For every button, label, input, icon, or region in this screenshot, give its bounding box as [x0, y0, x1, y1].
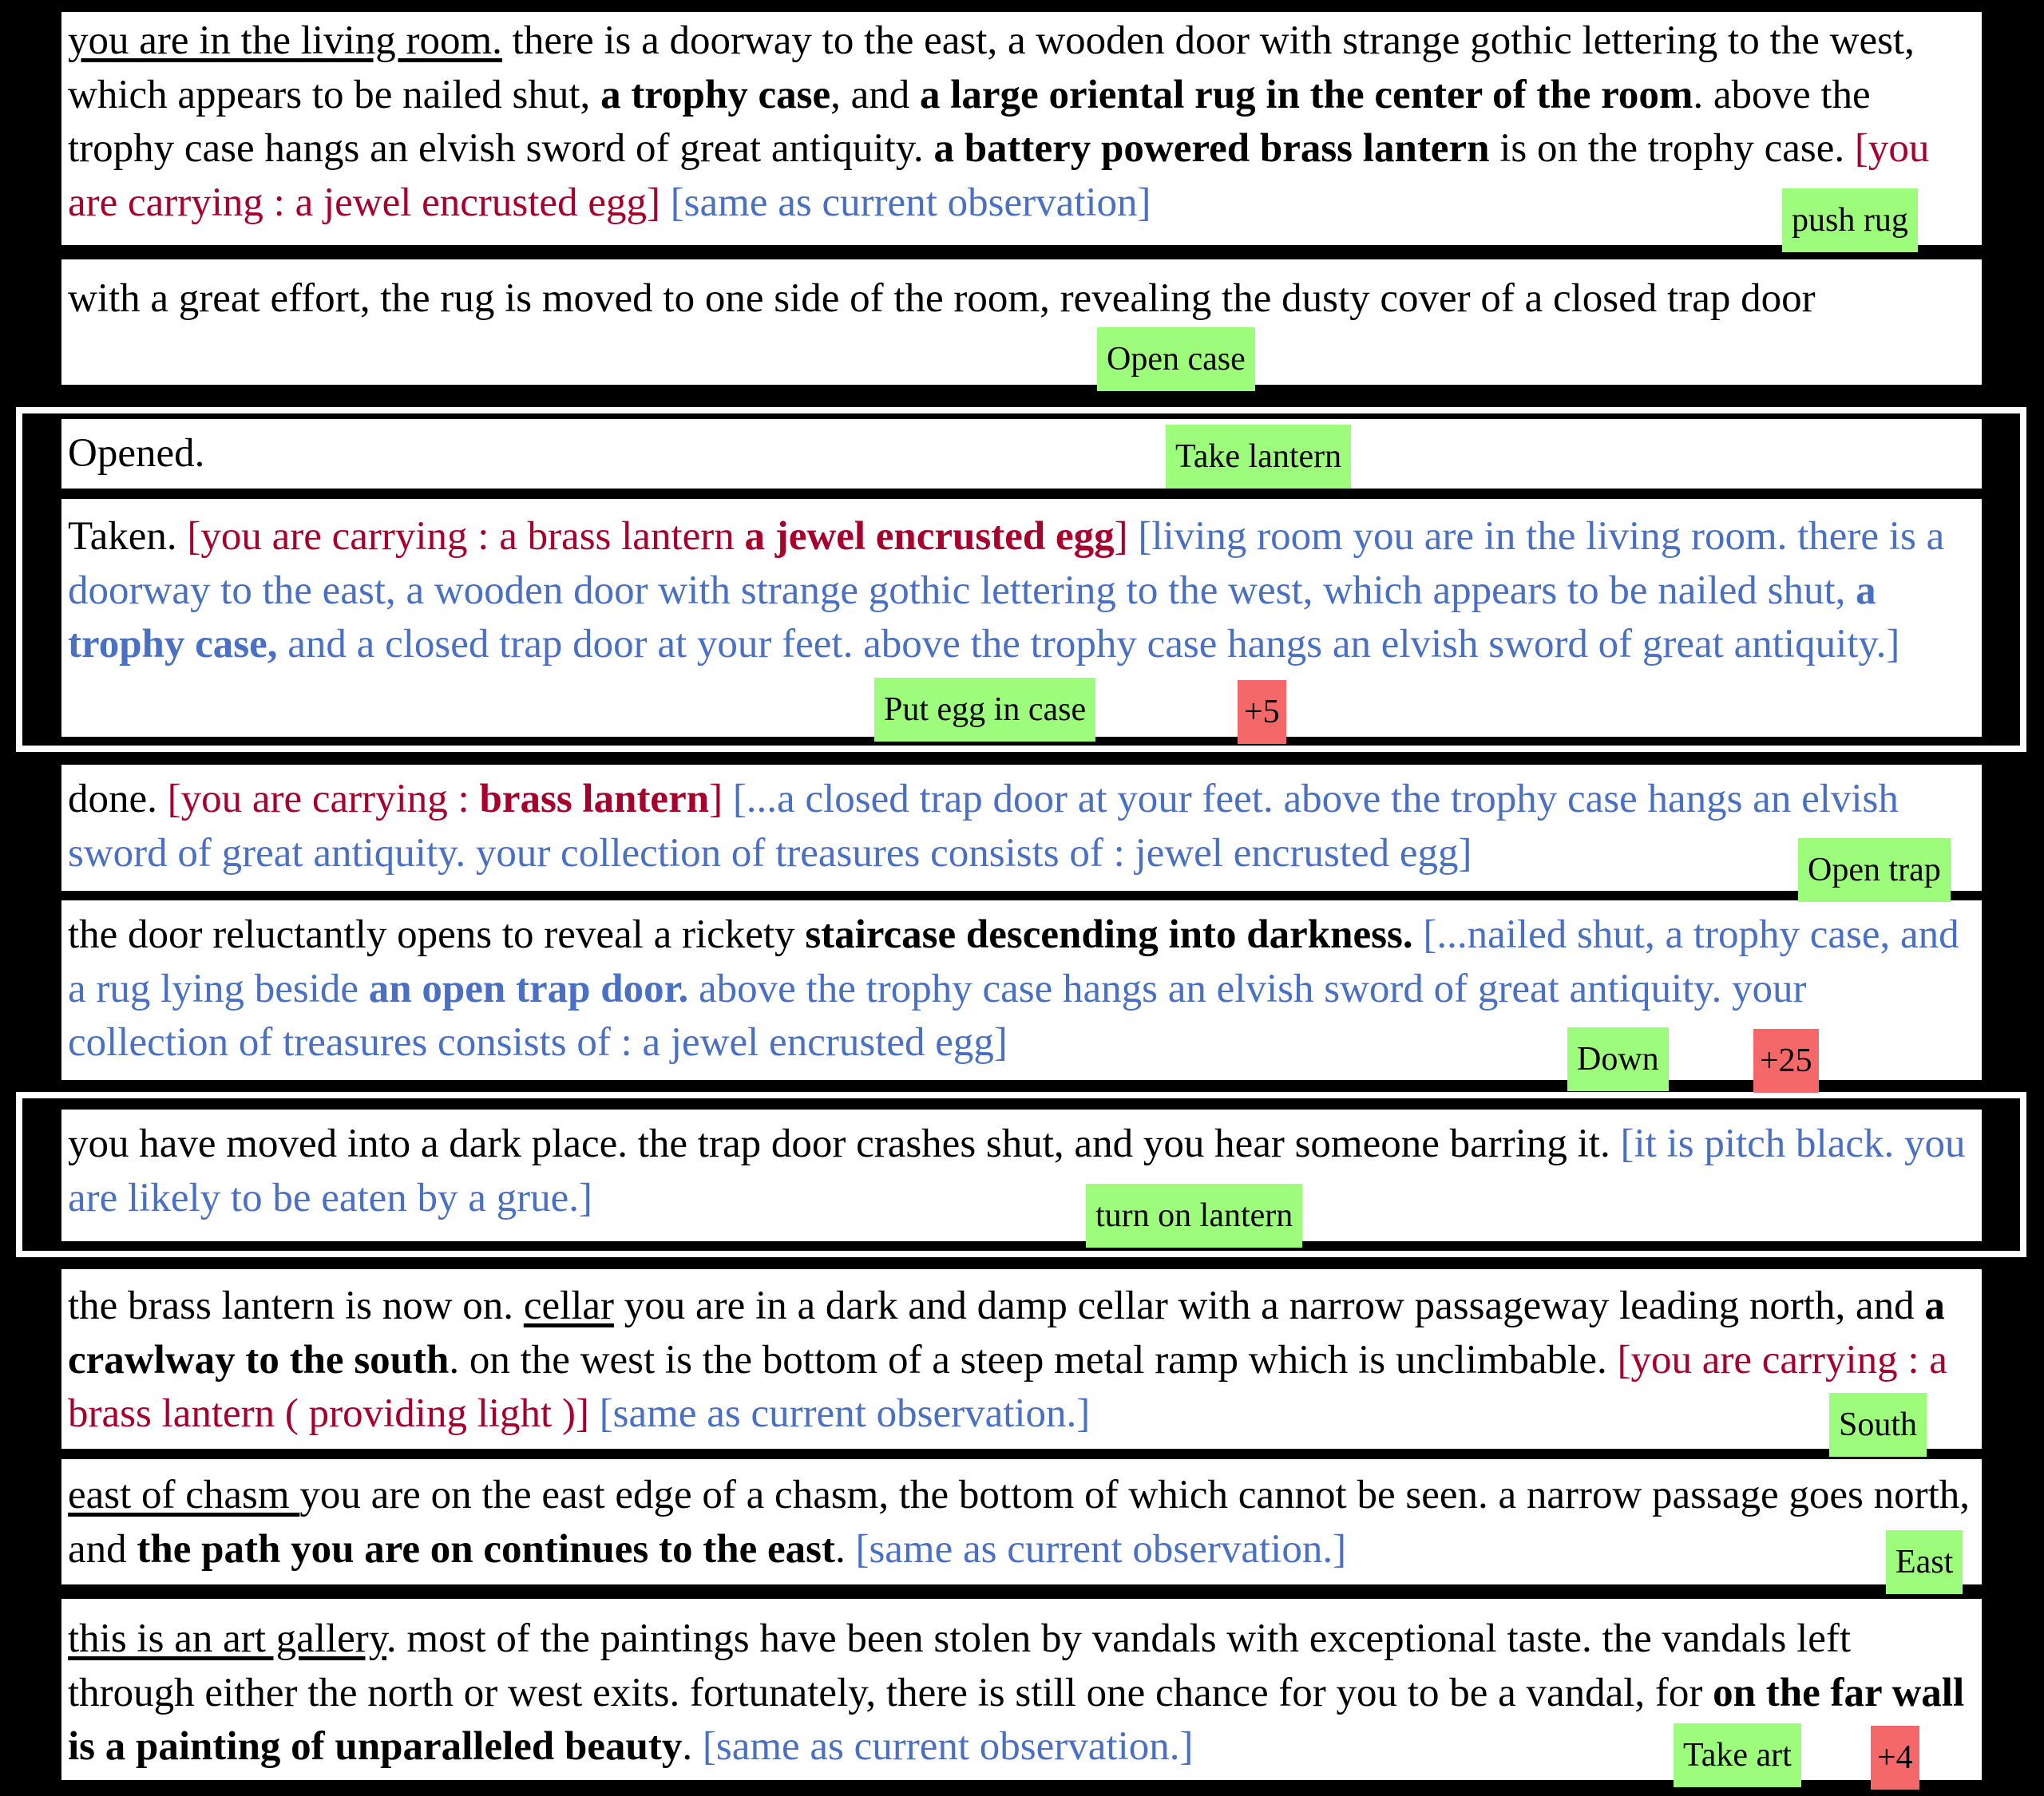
text-segment: a battery powered brass lantern — [933, 126, 1490, 171]
text-segment: you have moved into a dark place. the tr… — [68, 1122, 1621, 1166]
text-segment: the brass lantern is now on. — [68, 1284, 524, 1328]
text-segment: ] — [1114, 514, 1128, 559]
step-box: done. [you are carrying : brass lantern]… — [61, 765, 1982, 891]
text-segment: you are in a dark and damp cellar with a… — [614, 1284, 1925, 1328]
action-label: Take lantern — [1166, 425, 1352, 489]
action-label: Open case — [1097, 327, 1255, 391]
text-segment: Opened. — [68, 431, 205, 476]
text-segment — [1128, 514, 1139, 559]
text-segment: . — [682, 1724, 703, 1769]
action-label: East — [1886, 1530, 1963, 1594]
score-badge: +25 — [1753, 1029, 1819, 1093]
text-segment: [same as current observation] — [670, 180, 1151, 225]
text-segment: , and — [830, 72, 920, 117]
text-segment: the path you are on continues to the eas… — [137, 1526, 835, 1572]
text-segment: [same as current observation.] — [702, 1724, 1194, 1769]
text-segment — [589, 1391, 600, 1436]
text-segment: Taken. — [68, 514, 188, 559]
text-segment: [same as current observation.] — [855, 1526, 1347, 1572]
text-segment: . on the west is the bottom of a steep m… — [449, 1337, 1618, 1383]
action-label: Down — [1567, 1027, 1669, 1091]
step-box: the door reluctantly opens to reveal a r… — [61, 900, 1982, 1080]
observation-text: with a great effort, the rug is moved to… — [68, 272, 1975, 326]
text-segment: . — [834, 1526, 856, 1572]
observation-text: you are in the living room. there is a d… — [68, 14, 1975, 230]
score-badge: +5 — [1238, 680, 1286, 744]
observation-text: Opened. — [68, 427, 1975, 481]
observation-text: the brass lantern is now on. cellar you … — [68, 1280, 1975, 1442]
text-segment — [723, 777, 733, 821]
observation-text: you have moved into a dark place. the tr… — [68, 1118, 1975, 1225]
observation-text: the door reluctantly opens to reveal a r… — [68, 908, 1975, 1070]
text-segment: [same as current observation.] — [599, 1391, 1091, 1436]
step-box: the brass lantern is now on. cellar you … — [61, 1269, 1982, 1449]
step-box: Opened. — [61, 419, 1982, 489]
observation-text: done. [you are carrying : brass lantern]… — [68, 773, 1975, 880]
action-label: South — [1829, 1393, 1927, 1457]
action-label: Put egg in case — [874, 678, 1096, 742]
observation-text: east of chasm you are on the east edge o… — [68, 1469, 1975, 1576]
text-segment: is on the trophy case. — [1489, 126, 1855, 171]
action-label: Take art — [1674, 1723, 1801, 1787]
step-box: you are in the living room. there is a d… — [61, 12, 1982, 245]
action-label: turn on lantern — [1086, 1184, 1303, 1248]
text-segment: this is an art gallery — [68, 1616, 386, 1661]
text-segment: staircase descending into darkness. — [805, 912, 1413, 957]
action-label: push rug — [1782, 188, 1918, 252]
text-segment: a trophy case — [600, 72, 831, 117]
text-segment: cellar — [523, 1284, 615, 1328]
text-segment: and a closed trap door at your feet. abo… — [277, 622, 1900, 667]
text-segment: east of chasm — [68, 1473, 300, 1517]
observation-text: Taken. [you are carrying : a brass lante… — [68, 510, 1975, 672]
text-segment: you are in the living room. — [68, 18, 502, 63]
text-segment — [1413, 912, 1424, 957]
text-segment: an open trap door. — [368, 966, 689, 1011]
action-label: Open trap — [1798, 838, 1951, 902]
step-box: you have moved into a dark place. the tr… — [61, 1110, 1982, 1241]
text-segment: [you are carrying : a brass lantern — [187, 514, 745, 559]
text-segment: brass lantern — [479, 777, 710, 821]
text-segment: with a great effort, the rug is moved to… — [68, 276, 1816, 321]
step-box: east of chasm you are on the east edge o… — [61, 1459, 1982, 1584]
text-segment — [660, 180, 671, 225]
step-box: with a great effort, the rug is moved to… — [61, 259, 1982, 385]
text-segment: a jewel encrusted egg — [744, 514, 1115, 559]
text-segment: [you are carrying : — [167, 777, 480, 821]
text-segment: the door reluctantly opens to reveal a r… — [68, 912, 806, 957]
text-segment: ] — [709, 777, 723, 821]
text-segment: done. — [68, 777, 168, 821]
text-segment: a large oriental rug in the center of th… — [920, 72, 1693, 117]
score-badge: +4 — [1871, 1726, 1919, 1790]
